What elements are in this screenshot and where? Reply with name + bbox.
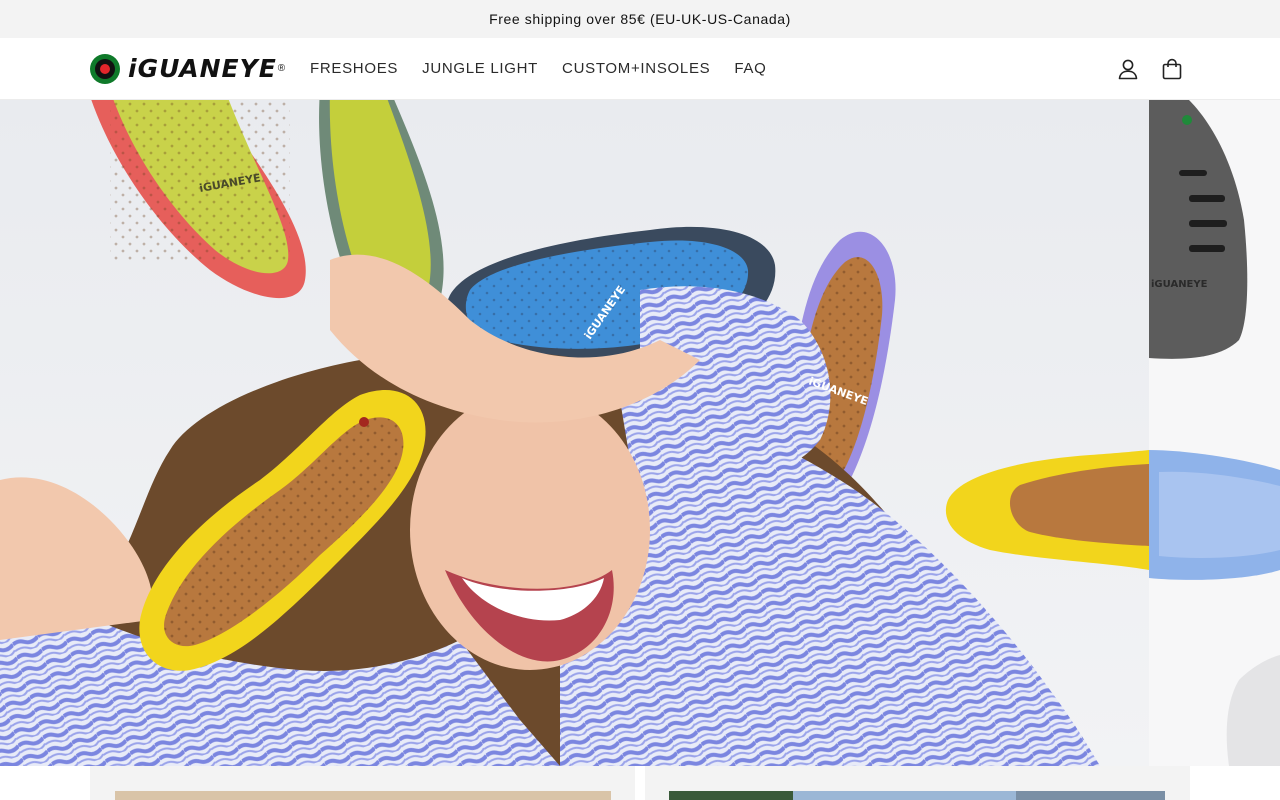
hero-slide-next[interactable]: iGUANEYE [1149, 100, 1280, 766]
collection-card-2-image [669, 791, 1165, 800]
announcement-text: Free shipping over 85€ (EU-UK-US-Canada) [489, 11, 791, 27]
announcement-bar: Free shipping over 85€ (EU-UK-US-Canada) [0, 0, 1280, 38]
nav-item-faq[interactable]: FAQ [722, 38, 778, 100]
next-slide-image: iGUANEYE [1149, 100, 1280, 766]
next-slide-brand-print: iGUANEYE [1151, 279, 1208, 290]
logo-eye-icon [90, 54, 120, 84]
collection-card-1[interactable] [90, 766, 635, 800]
nav-item-freshoes[interactable]: FRESHOES [298, 38, 410, 100]
hero-image: iGUANEYE iGUANEYE iGUANEYE [0, 100, 1149, 766]
site-header: iGUANEYE ® FRESHOES JUNGLE LIGHT CUSTOM+… [0, 38, 1280, 100]
logo[interactable]: iGUANEYE ® [90, 54, 285, 84]
logo-registered-mark: ® [277, 63, 286, 74]
collection-card-2[interactable] [645, 766, 1190, 800]
user-icon [1118, 59, 1138, 80]
collection-cards [0, 766, 1280, 800]
bag-icon [1162, 58, 1182, 80]
account-button[interactable] [1114, 55, 1142, 83]
main-nav: FRESHOES JUNGLE LIGHT CUSTOM+INSOLES FAQ [298, 38, 778, 100]
nav-item-custom-insoles[interactable]: CUSTOM+INSOLES [550, 38, 722, 100]
cart-button[interactable] [1158, 55, 1186, 83]
collection-card-1-image [115, 791, 611, 800]
nav-item-jungle-light[interactable]: JUNGLE LIGHT [410, 38, 550, 100]
hero-slideshow[interactable]: iGUANEYE iGUANEYE iGUANEYE iGUANEYE [0, 100, 1280, 766]
hero-slide-main: iGUANEYE iGUANEYE iGUANEYE [0, 100, 1149, 766]
logo-text: iGUANEYE [128, 54, 277, 83]
